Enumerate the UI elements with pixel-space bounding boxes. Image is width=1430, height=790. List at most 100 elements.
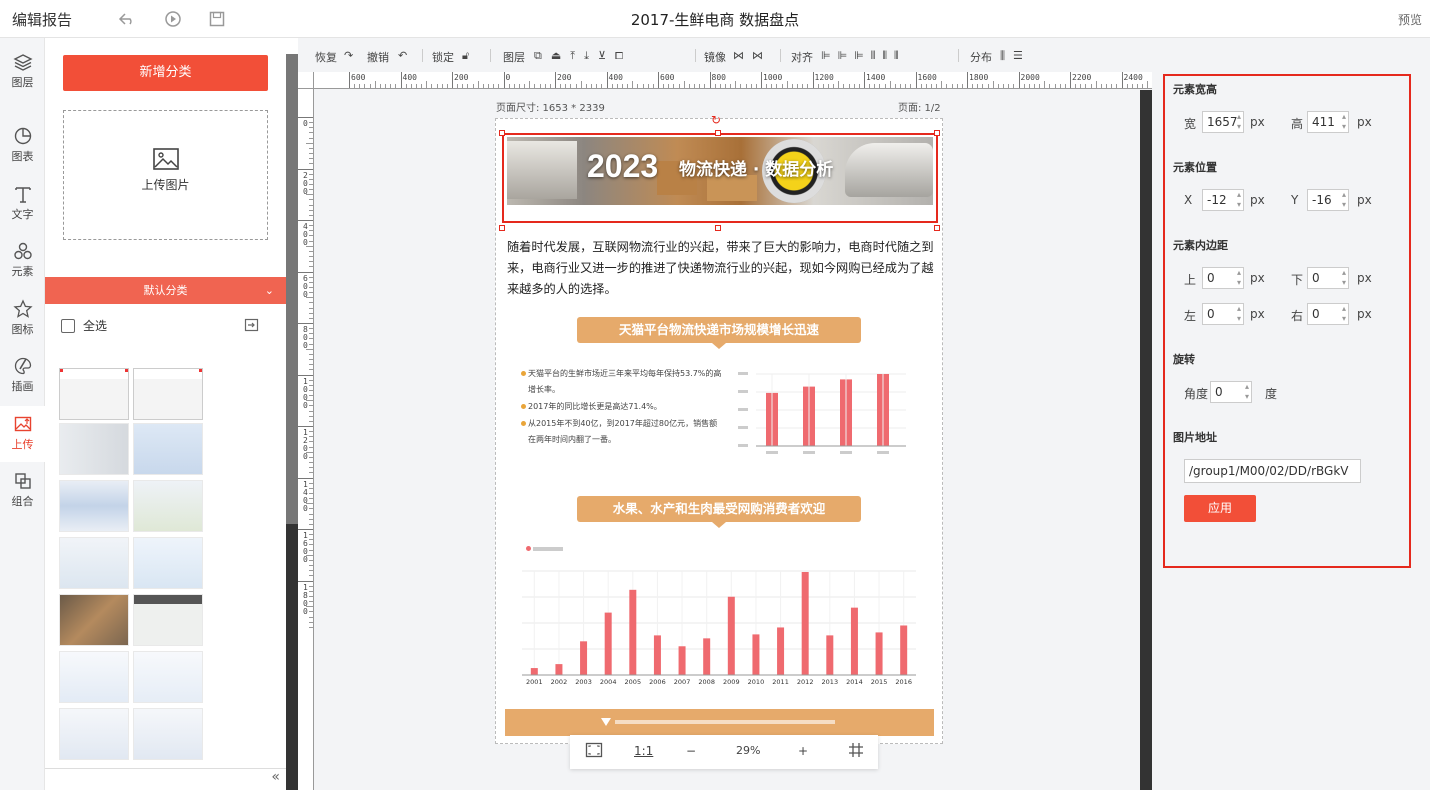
zoom-in-button[interactable]: + [798,744,808,758]
bar[interactable] [801,571,809,675]
bar[interactable] [875,632,883,675]
rotate-icon[interactable]: ↻ [711,113,721,127]
asset-thumbnail[interactable] [133,708,203,760]
bar[interactable] [653,635,661,675]
undo-button[interactable]: 撤销 [367,49,389,65]
padding-right-label: 右 [1291,309,1304,323]
preview-button[interactable]: 预览 [1398,11,1422,28]
resize-handle[interactable] [934,130,940,136]
shapes-icon [13,242,32,260]
asset-thumbnail[interactable] [59,480,129,532]
image-url-input[interactable]: /group1/M00/02/DD/rBGkV [1184,459,1361,483]
asset-thumbnail[interactable] [133,651,203,703]
scroll-thumb[interactable] [286,54,298,524]
nav-combine[interactable]: 组合 [0,463,45,519]
padding-left-input[interactable]: 0 [1202,303,1244,325]
bar[interactable] [850,607,858,675]
padding-right-input[interactable]: 0 [1307,303,1349,325]
mirror-icons[interactable]: ⋈⋈ [733,49,771,62]
report-page[interactable]: 2023 物流快递 · 数据分析 ↻ 随着时代发展，互联网物流行业的兴起，带来了… [495,113,943,744]
section-title-categories[interactable]: 水果、水产和生肉最受网购消费者欢迎 [577,496,861,528]
lock-icon[interactable]: 🔓︎ [462,49,469,63]
upload-image-dropzone[interactable]: 上传图片 [63,110,268,240]
bar[interactable] [900,625,908,675]
bar[interactable] [555,664,563,675]
bar[interactable] [727,596,735,675]
ruler-minor-tick [309,225,313,227]
intro-paragraph[interactable]: 随着时代发展，互联网物流行业的兴起，带来了巨大的影响力，电商时代随之到来，电商行… [507,237,935,300]
distribute-icons[interactable]: ⫼☰ [1000,49,1031,63]
resize-handle[interactable] [715,225,721,231]
market-bar-chart[interactable] [736,364,916,456]
resize-handle[interactable] [934,225,940,231]
height-input[interactable]: 411 [1307,111,1349,133]
padding-bottom-input[interactable]: 0 [1307,267,1349,289]
select-all[interactable]: 全选 [61,317,107,334]
ruler-minor-tick [905,84,907,88]
lock-button[interactable]: 锁定 [432,49,454,65]
document-title[interactable]: 2017-生鲜电商 数据盘点 [631,11,799,29]
right-scrollbar[interactable] [1140,90,1152,790]
bar[interactable] [703,638,711,675]
play-icon[interactable] [164,10,182,28]
grid-icon[interactable] [848,742,864,761]
redo-icon[interactable]: ↷ [344,49,353,62]
asset-thumbnail[interactable] [133,480,203,532]
bar[interactable] [629,589,637,675]
palette-icon [14,357,31,375]
bar[interactable] [530,668,538,675]
resize-handle[interactable] [499,130,505,136]
asset-thumbnail[interactable] [133,423,203,475]
layer-order-icons[interactable]: ⧉⏏⤒⤓⊻⧠ [534,49,632,63]
bar[interactable] [604,612,612,675]
nav-chart[interactable]: 图表 [0,118,45,174]
move-to-icon[interactable] [244,317,259,336]
apply-button[interactable]: 应用 [1184,495,1256,522]
nav-elements[interactable]: 元素 [0,233,45,289]
width-input[interactable]: 1657 [1202,111,1244,133]
nav-icons[interactable]: 图标 [0,291,45,347]
actual-size-button[interactable]: 1:1 [634,744,653,758]
fit-screen-icon[interactable] [585,742,603,761]
y-input[interactable]: -16 [1307,189,1349,211]
resize-handle[interactable] [715,130,721,136]
section-title-market[interactable]: 天猫平台物流快递市场规模增长迅速 [577,317,861,349]
category-dropdown[interactable]: 默认分类 ⌄ [45,277,286,304]
save-icon[interactable] [208,10,226,28]
asset-thumbnail[interactable] [133,537,203,589]
collapse-panel-icon[interactable]: « [45,768,286,790]
select-all-checkbox[interactable] [61,318,75,333]
asset-thumbnail[interactable] [59,594,129,646]
zoom-out-button[interactable]: − [686,744,696,758]
asset-thumbnail[interactable] [59,708,129,760]
back-icon[interactable] [118,10,136,28]
angle-input[interactable]: 0 [1210,381,1252,403]
asset-thumbnail[interactable] [133,594,203,646]
asset-thumbnail[interactable] [59,423,129,475]
nav-layers[interactable]: 图层 [0,44,45,100]
x-input[interactable]: -12 [1202,189,1244,211]
category-bar-chart[interactable]: 2001 2002 2003 2004 2005 2006 2007 2008 2009 2010… [522,559,918,689]
nav-illustration[interactable]: 插画 [0,348,45,404]
add-category-button[interactable]: 新增分类 [63,55,268,91]
nav-upload[interactable]: 上传 [0,406,45,462]
undo-icon[interactable]: ↶ [398,49,407,62]
bar[interactable] [826,635,834,675]
asset-thumbnail[interactable] [59,537,129,589]
padding-top-input[interactable]: 0 [1202,267,1244,289]
bar[interactable] [752,634,760,675]
ruler-minor-tick [309,611,313,613]
asset-thumbnail[interactable] [59,651,129,703]
resize-handle[interactable] [499,225,505,231]
nav-text[interactable]: 文字 [0,176,45,232]
redo-button[interactable]: 恢复 [315,49,337,65]
bar[interactable] [777,627,785,675]
bar[interactable] [580,641,588,675]
left-scrollbar[interactable] [286,54,298,790]
align-icons[interactable]: ⊫⊫⊫⫴⫴⫴ [821,49,906,63]
asset-thumbnail[interactable] [59,368,129,420]
ruler-minor-tick [415,84,417,88]
selection-box[interactable] [502,133,938,223]
asset-thumbnail[interactable] [133,368,203,420]
bar[interactable] [678,646,686,675]
